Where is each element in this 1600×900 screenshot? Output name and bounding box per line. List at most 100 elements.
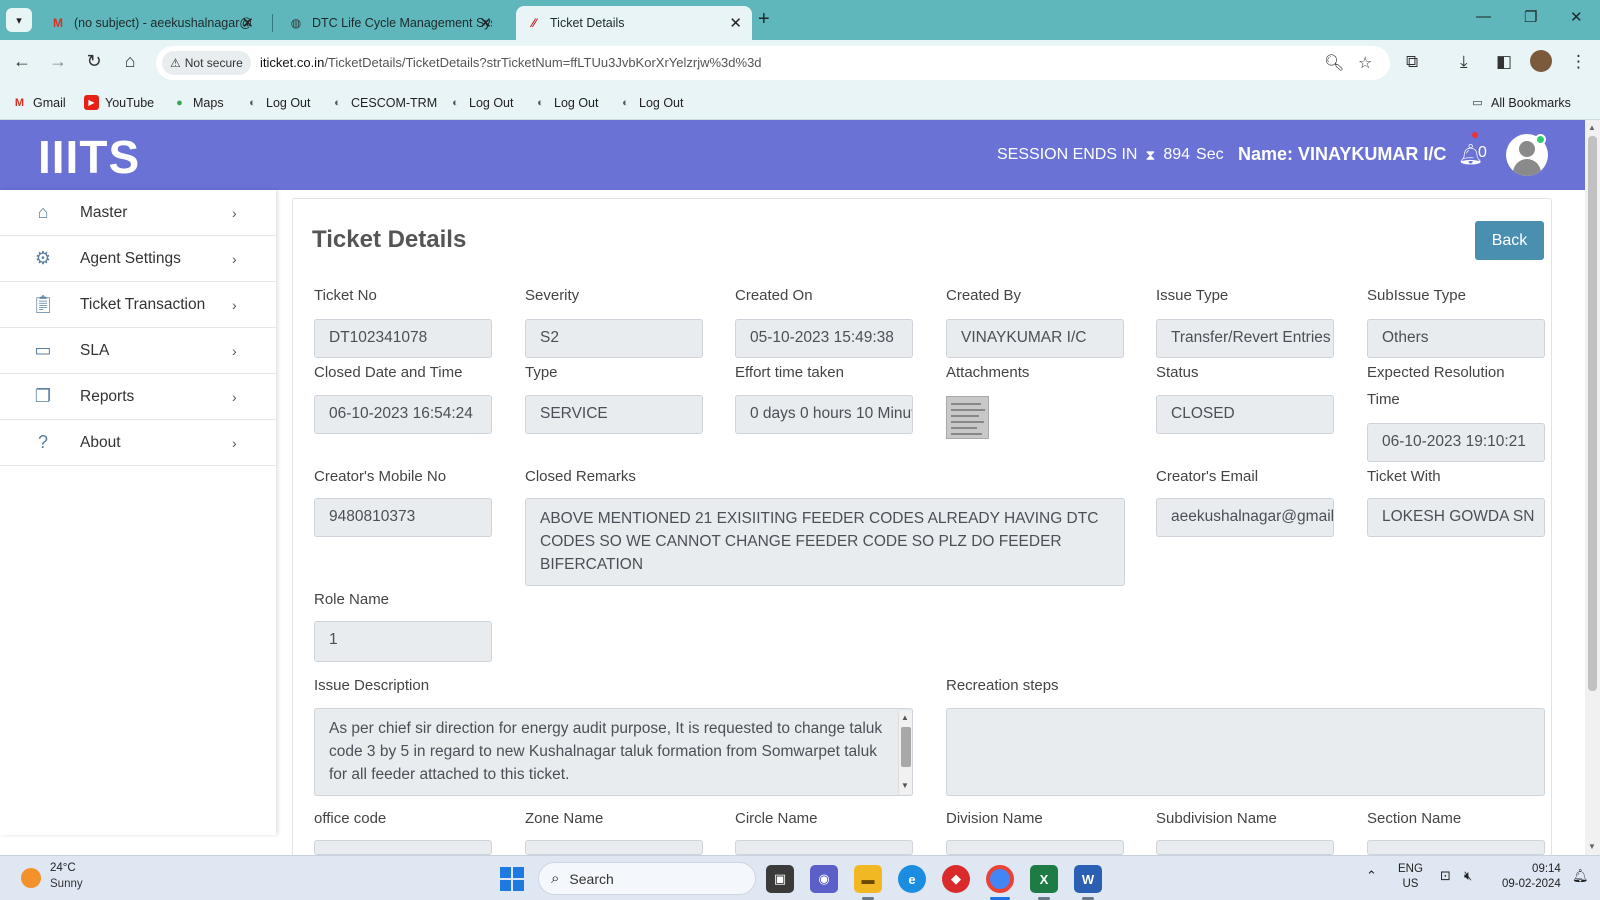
close-icon[interactable]: ✕ <box>241 14 254 32</box>
url-text[interactable]: iticket.co.in/TicketDetails/TicketDetail… <box>260 55 762 70</box>
status-field[interactable]: CLOSED <box>1156 395 1334 434</box>
office-code-field[interactable] <box>314 840 492 855</box>
sidebar-item-about[interactable]: ? About › <box>0 420 276 466</box>
not-secure-badge[interactable]: ⚠ Not secure <box>162 51 251 75</box>
forward-arrow-icon[interactable]: → <box>46 51 70 72</box>
taskbar-search[interactable]: ⌕ Search <box>538 862 756 895</box>
issue-description-field[interactable]: As per chief sir direction for energy au… <box>314 708 913 796</box>
minimize-button[interactable]: — <box>1476 8 1491 25</box>
download-icon[interactable]: ⤓ <box>1460 52 1468 72</box>
close-icon[interactable]: ✕ <box>479 14 492 32</box>
sun-icon[interactable] <box>21 868 41 888</box>
window-close-button[interactable]: ✕ <box>1570 8 1583 26</box>
circle-name-field[interactable] <box>735 840 913 855</box>
scroll-up-icon[interactable]: ▲ <box>901 713 909 722</box>
creator-email-field[interactable]: aeekushalnagar@gmail.com <box>1156 498 1334 537</box>
bookmark-gmail[interactable]: M Gmail <box>12 95 66 110</box>
sidebar-item-agent-settings[interactable]: ⚙ Agent Settings › <box>0 236 276 282</box>
page-scroll-thumb[interactable] <box>1588 136 1597 691</box>
ticket-no-field[interactable]: DT102341078 <box>314 319 492 358</box>
creator-mobile-field[interactable]: 9480810373 <box>314 498 492 537</box>
game-app-icon[interactable]: ◆ <box>942 865 970 893</box>
recreation-steps-field[interactable] <box>946 708 1545 796</box>
edge-icon[interactable]: e <box>898 865 926 893</box>
bookmark-logout-2[interactable]: ◐ Log Out <box>448 95 513 110</box>
issue-description-scrollbar[interactable]: ▲ ▼ <box>898 711 912 794</box>
weather-condition[interactable]: Sunny <box>50 878 83 890</box>
sidebar-item-master[interactable]: ⌂ Master › <box>0 190 276 236</box>
zone-name-field[interactable] <box>525 840 703 855</box>
page-scrollbar[interactable]: ▲ ▼ <box>1585 120 1600 855</box>
browser-tab-gmail[interactable]: M (no subject) - aeekushalnagar@ ✕ <box>40 6 264 40</box>
type-field[interactable]: SERVICE <box>525 395 703 434</box>
notification-count[interactable]: 0 <box>1478 144 1487 162</box>
reload-icon[interactable]: ↻ <box>82 51 106 72</box>
closed-date-field[interactable]: 06-10-2023 16:54:24 <box>314 395 492 434</box>
teams-icon[interactable]: ◉ <box>810 865 838 893</box>
sidebar-item-ticket-transaction[interactable]: 📋︎ Ticket Transaction › <box>0 282 276 328</box>
expected-resolution-field[interactable]: 06-10-2023 19:10:21 <box>1367 423 1545 462</box>
star-icon[interactable]: ☆ <box>1358 53 1372 73</box>
kebab-menu-icon[interactable]: ⋮ <box>1570 52 1587 72</box>
zoom-icon[interactable]: 🔍︎ <box>1324 53 1344 73</box>
sidebar-item-reports[interactable]: ❐ Reports › <box>0 374 276 420</box>
search-icon: ⌕ <box>551 870 560 887</box>
file-explorer-icon[interactable]: ▬ <box>854 865 882 893</box>
speaker-muted-icon[interactable]: 🔇︎ <box>1464 868 1472 884</box>
weather-temperature[interactable]: 24°C <box>50 862 76 874</box>
browser-tab-ticket-details[interactable]: ⁄⁄ Ticket Details ✕ <box>516 6 752 40</box>
subissue-type-field[interactable]: Others <box>1367 319 1545 358</box>
browser-tab-dtc[interactable]: ◍ DTC Life Cycle Management Sys ✕ <box>278 6 502 40</box>
network-icon[interactable]: ⊡ <box>1440 868 1451 884</box>
division-name-field[interactable] <box>946 840 1124 855</box>
home-icon[interactable]: ⌂ <box>118 51 142 72</box>
created-by-field[interactable]: VINAYKUMAR I/C <box>946 319 1124 358</box>
section-name-label: Section Name <box>1367 810 1462 827</box>
restore-button[interactable]: ❐ <box>1524 8 1537 26</box>
word-icon[interactable]: W <box>1074 865 1102 893</box>
ticket-with-field[interactable]: LOKESH GOWDA SN <box>1367 498 1545 537</box>
bookmark-youtube[interactable]: ▶ YouTube <box>84 95 154 110</box>
profile-avatar[interactable] <box>1530 50 1552 72</box>
attachment-thumbnail[interactable] <box>946 396 989 439</box>
language-indicator[interactable]: ENG US <box>1398 862 1423 892</box>
bookmark-maps[interactable]: ● Maps <box>172 95 223 110</box>
extensions-icon[interactable]: ⧉ <box>1406 52 1418 72</box>
task-view-icon[interactable]: ▣ <box>766 865 794 893</box>
bookmark-logout-4[interactable]: ◐ Log Out <box>618 95 683 110</box>
back-button[interactable]: Back <box>1475 221 1544 260</box>
address-bar[interactable]: ⚠ Not secure iticket.co.in/TicketDetails… <box>156 46 1390 80</box>
chrome-icon[interactable] <box>986 865 1014 893</box>
bookmark-logout-1[interactable]: ◐ Log Out <box>245 95 310 110</box>
back-arrow-icon[interactable]: ← <box>10 51 34 72</box>
chevron-up-icon[interactable]: ⌃ <box>1366 868 1377 884</box>
created-on-field[interactable]: 05-10-2023 15:49:38 <box>735 319 913 358</box>
tab-search-button[interactable]: ▾ <box>6 8 32 32</box>
close-icon[interactable]: ✕ <box>729 14 742 32</box>
folder-icon: ▭ <box>1472 97 1483 109</box>
scroll-thumb[interactable] <box>901 727 911 767</box>
notification-center-icon[interactable]: 🔔︎ <box>1572 868 1589 884</box>
section-name-field[interactable] <box>1367 840 1545 855</box>
role-name-field[interactable]: 1 <box>314 621 492 662</box>
bookmark-cescom-trm[interactable]: ◐ CESCOM-TRM <box>330 95 437 110</box>
scroll-up-icon[interactable]: ▲ <box>1588 123 1596 132</box>
windows-start-icon[interactable] <box>500 867 524 891</box>
scroll-down-icon[interactable]: ▼ <box>901 781 909 790</box>
app-logo[interactable]: IIITS <box>38 130 140 184</box>
warning-icon: ⚠ <box>170 56 181 70</box>
side-panel-icon[interactable]: ◧ <box>1496 52 1512 72</box>
system-clock[interactable]: 09:14 09-02-2024 <box>1502 862 1561 892</box>
issue-type-field[interactable]: Transfer/Revert Entries <box>1156 319 1334 358</box>
scroll-down-icon[interactable]: ▼ <box>1588 842 1596 851</box>
map-pin-icon: ● <box>176 96 183 109</box>
excel-icon[interactable]: X <box>1030 865 1058 893</box>
bookmark-logout-3[interactable]: ◐ Log Out <box>533 95 598 110</box>
sidebar-item-sla[interactable]: ▭ SLA › <box>0 328 276 374</box>
new-tab-button[interactable]: + <box>758 8 770 31</box>
effort-field[interactable]: 0 days 0 hours 10 Minutes <box>735 395 913 434</box>
subdivision-name-field[interactable] <box>1156 840 1334 855</box>
closed-remarks-field[interactable]: ABOVE MENTIONED 21 EXISIITING FEEDER COD… <box>525 498 1125 586</box>
all-bookmarks[interactable]: ▭ All Bookmarks <box>1470 95 1571 110</box>
severity-field[interactable]: S2 <box>525 319 703 358</box>
